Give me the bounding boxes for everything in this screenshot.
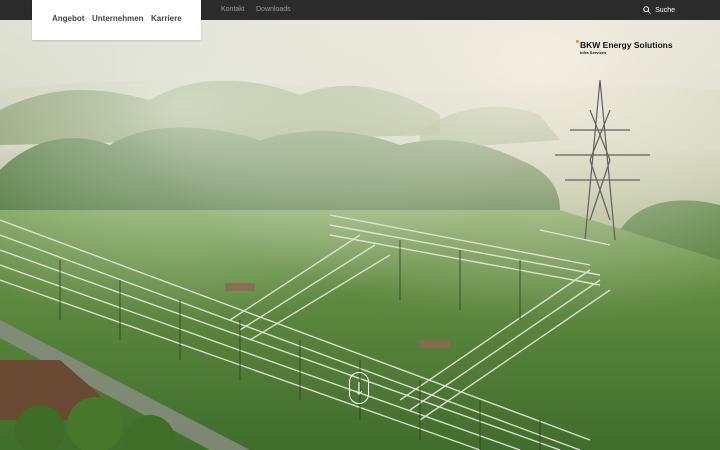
contact-link[interactable]: Kontakt [221,0,245,20]
main-nav: Angebot Unternehmen Karriere [32,0,201,40]
nav-item-angebot[interactable]: Angebot [52,14,84,23]
search-button[interactable]: Suche [643,0,675,20]
logo-star-icon [576,40,579,43]
logo-subtitle: Infra Services [580,50,607,55]
search-icon [643,6,651,14]
scroll-down-button[interactable] [349,372,369,404]
downloads-link[interactable]: Downloads [256,0,291,20]
nav-item-karriere[interactable]: Karriere [151,14,182,23]
nav-item-unternehmen[interactable]: Unternehmen [92,14,144,23]
arrow-down-icon [355,382,363,395]
search-label: Suche [655,6,675,14]
logo-name: BKW Energy Solutions [580,40,673,50]
